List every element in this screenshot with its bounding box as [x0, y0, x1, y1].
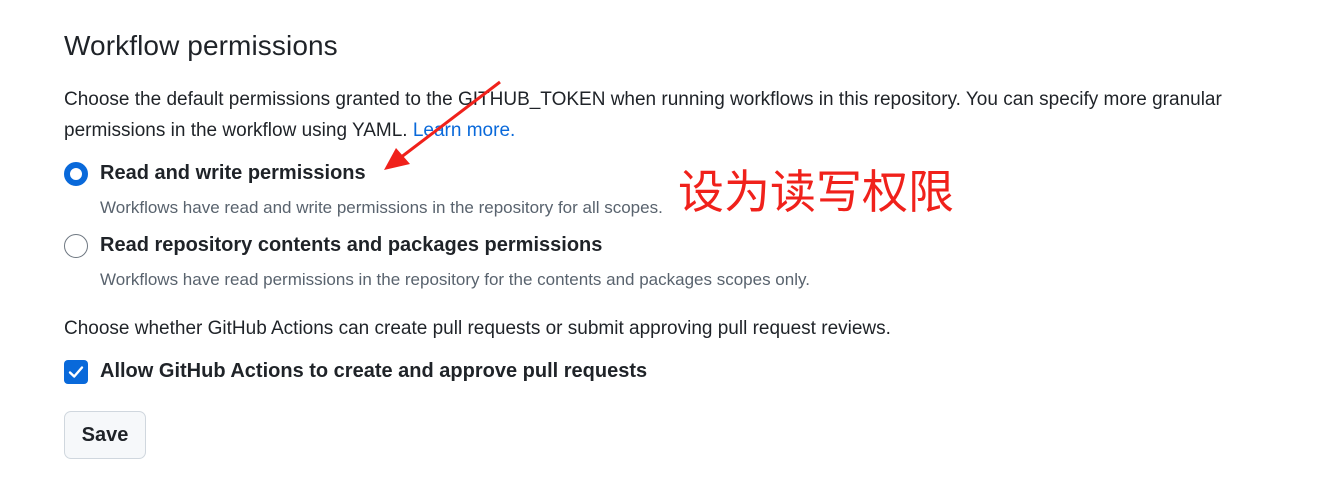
- radio-read-only[interactable]: [64, 234, 88, 258]
- description-text: Choose the default permissions granted t…: [64, 89, 1222, 141]
- option-label-read-write[interactable]: Read and write permissions: [100, 162, 366, 185]
- annotation-text: 设为读写权限: [678, 165, 954, 219]
- section-description: Choose the default permissions granted t…: [64, 84, 1224, 146]
- save-button[interactable]: Save: [64, 411, 146, 459]
- option-label-read-only[interactable]: Read repository contents and packages pe…: [100, 234, 602, 257]
- radio-read-write[interactable]: [64, 162, 88, 186]
- pr-description: Choose whether GitHub Actions can create…: [64, 318, 891, 339]
- allow-pr-checkbox[interactable]: [64, 360, 88, 384]
- workflow-permissions-page: Workflow permissions Choose the default …: [0, 0, 1318, 495]
- option-note-read-only: Workflows have read permissions in the r…: [100, 270, 810, 289]
- checkmark-icon: [68, 366, 84, 378]
- allow-pr-label[interactable]: Allow GitHub Actions to create and appro…: [100, 360, 647, 383]
- section-title: Workflow permissions: [64, 30, 338, 61]
- annotation-arrow-icon: [384, 80, 501, 170]
- option-note-read-write: Workflows have read and write permission…: [100, 198, 663, 217]
